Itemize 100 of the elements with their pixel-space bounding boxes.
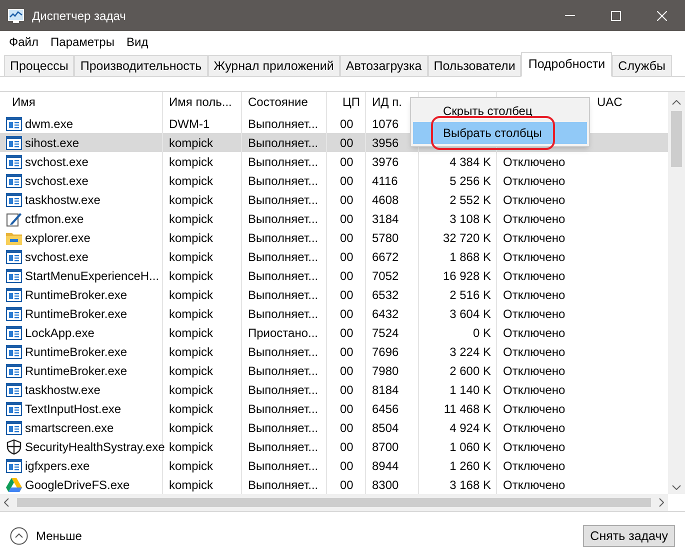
table-cell-text: DWM-1 bbox=[169, 116, 210, 132]
table-cell-text: Отключено bbox=[503, 382, 566, 398]
chevron-up-icon bbox=[10, 527, 28, 545]
scroll-right-icon bbox=[659, 498, 664, 507]
table-cell-text: 00 bbox=[340, 210, 354, 228]
table-cell-text: 3976 bbox=[372, 154, 399, 170]
table-cell-text: RuntimeBroker.exe bbox=[25, 306, 128, 322]
table-row[interactable]: igfxpers.exe kompick Выполняет... 00 8944 1 260 K Отключено bbox=[0, 456, 668, 475]
table-cell-text: RuntimeBroker.exe bbox=[25, 344, 128, 360]
table-cell-text: Выполняет... bbox=[248, 116, 318, 132]
table-cell-text: Выполняет... bbox=[248, 382, 318, 398]
table-cell-text: kompick bbox=[169, 344, 214, 360]
app-window-icon bbox=[6, 306, 22, 320]
table-row[interactable]: RuntimeBroker.exe kompick Выполняет... 00 7980 2 600 K Отключено bbox=[0, 361, 668, 380]
table-row[interactable]: ctfmon.exe kompick Выполняет... 00 3184 3 108 K Отключено bbox=[0, 209, 668, 228]
scrollbar-thumb[interactable] bbox=[671, 111, 682, 167]
scroll-up-icon bbox=[672, 100, 681, 105]
table-cell-text: kompick bbox=[169, 400, 214, 418]
vertical-scrollbar[interactable] bbox=[668, 92, 685, 494]
table-cell-text: 8700 bbox=[372, 438, 399, 456]
table-cell-text: 2 600 K bbox=[450, 362, 491, 380]
column-header[interactable]: Имя bbox=[0, 92, 163, 114]
table-cell-text: 00 bbox=[340, 344, 354, 360]
collapse-toggle[interactable]: Меньше bbox=[10, 527, 82, 545]
table-cell-text: 0 K bbox=[472, 324, 491, 342]
tab[interactable]: Процессы bbox=[4, 55, 74, 76]
table-cell-text: Выполняет... bbox=[248, 192, 318, 208]
table-cell-text: Выполняет... bbox=[248, 248, 318, 266]
horizontal-scrollbar[interactable] bbox=[0, 494, 668, 511]
end-task-button[interactable]: Снять задачу bbox=[583, 525, 675, 547]
tab[interactable]: Производительность bbox=[74, 55, 208, 76]
table-row[interactable]: SecurityHealthSystray.exe kompick Выполняет... 00 8700 1 060 K Отключено bbox=[0, 437, 668, 456]
menu-item[interactable]: Вид bbox=[120, 32, 154, 50]
column-header[interactable]: ЦП bbox=[327, 92, 366, 114]
tab[interactable]: Подробности bbox=[521, 52, 612, 77]
table-cell-text: 6456 bbox=[372, 400, 399, 418]
tab[interactable]: Службы bbox=[612, 55, 672, 76]
table-cell-text: ctfmon.exe bbox=[25, 210, 84, 228]
table-cell-text: LockApp.exe bbox=[25, 324, 94, 342]
table-cell-text: Отключено bbox=[503, 154, 566, 170]
table-row[interactable]: svchost.exe kompick Выполняет... 00 6672 1 868 K Отключено bbox=[0, 247, 668, 266]
table-cell-text: 3 224 K bbox=[450, 344, 491, 360]
menu-item[interactable]: Файл bbox=[3, 32, 45, 50]
table-cell-text: svchost.exe bbox=[25, 172, 88, 190]
column-header[interactable]: Имя поль... bbox=[163, 92, 242, 114]
table-cell-text: 3 168 K bbox=[450, 476, 491, 494]
table-cell-text: Отключено bbox=[503, 476, 566, 494]
column-header[interactable]: Состояние bbox=[242, 92, 327, 114]
table-cell-text: kompick bbox=[169, 230, 214, 246]
app-window-icon bbox=[6, 250, 22, 264]
app-window-icon bbox=[6, 382, 22, 396]
table-cell-text: kompick bbox=[169, 286, 214, 304]
app-window-icon bbox=[6, 458, 22, 472]
table-cell-text: kompick bbox=[169, 134, 214, 152]
column-header[interactable]: UAC bbox=[597, 93, 622, 111]
app-window-icon bbox=[6, 326, 22, 340]
menu-item[interactable]: Выбрать столбцы bbox=[413, 122, 587, 144]
table-cell-text: smartscreen.exe bbox=[25, 420, 114, 436]
drive-icon bbox=[6, 478, 22, 492]
table-row[interactable]: svchost.exe kompick Выполняет... 00 3976 4 384 K Отключено bbox=[0, 152, 668, 171]
table-cell-text: 5 256 K bbox=[450, 172, 491, 190]
table-row[interactable]: LockApp.exe kompick Приостано... 00 7524 0 K Отключено bbox=[0, 323, 668, 342]
table-cell-text: taskhostw.exe bbox=[25, 382, 100, 398]
table-cell-text: igfxpers.exe bbox=[25, 458, 90, 474]
tab[interactable]: Автозагрузка bbox=[340, 55, 428, 76]
table-row[interactable]: taskhostw.exe kompick Выполняет... 00 8184 1 140 K Отключено bbox=[0, 380, 668, 399]
table-cell-text: kompick bbox=[169, 382, 214, 398]
app-window-icon bbox=[6, 288, 22, 302]
table-cell-text: 11 468 K bbox=[444, 400, 491, 418]
table-row[interactable]: RuntimeBroker.exe kompick Выполняет... 00 7696 3 224 K Отключено bbox=[0, 342, 668, 361]
table-cell-text: kompick bbox=[169, 362, 214, 380]
table-cell-text: 4608 bbox=[372, 192, 399, 208]
table-cell-text: 4116 bbox=[372, 172, 398, 190]
table-row[interactable]: svchost.exe kompick Выполняет... 00 4116 5 256 K Отключено bbox=[0, 171, 668, 190]
table-cell-text: GoogleDriveFS.exe bbox=[25, 476, 130, 494]
tab[interactable]: Журнал приложений bbox=[208, 55, 340, 76]
table-cell-text: 5780 bbox=[372, 230, 399, 246]
table-cell-text: 1 868 K bbox=[450, 248, 491, 266]
app-window-icon bbox=[6, 136, 22, 150]
table-cell-text: Выполняет... bbox=[248, 286, 318, 304]
table-cell-text: Выполняет... bbox=[248, 438, 318, 456]
table-row[interactable]: smartscreen.exe kompick Выполняет... 00 8504 4 924 K Отключено bbox=[0, 418, 668, 437]
scrollbar-thumb[interactable] bbox=[17, 498, 651, 507]
app-window-icon bbox=[6, 174, 22, 188]
table-cell-text: Отключено bbox=[503, 420, 566, 436]
table-cell-text: 7052 bbox=[372, 268, 399, 284]
tab[interactable]: Пользователи bbox=[428, 55, 522, 76]
table-cell-text: kompick bbox=[169, 210, 214, 228]
table-row[interactable]: StartMenuExperienceH... kompick Выполняет... 00 7052 16 928 K Отключено bbox=[0, 266, 668, 285]
table-row[interactable]: RuntimeBroker.exe kompick Выполняет... 00 6432 3 604 K Отключено bbox=[0, 304, 668, 323]
table-cell-text: 4 924 K bbox=[450, 420, 491, 436]
table-cell-text: kompick bbox=[169, 476, 214, 494]
table-row[interactable]: TextInputHost.exe kompick Выполняет... 00 6456 11 468 K Отключено bbox=[0, 399, 668, 418]
table-row[interactable]: RuntimeBroker.exe kompick Выполняет... 00 6532 2 516 K Отключено bbox=[0, 285, 668, 304]
app-window-icon bbox=[6, 154, 22, 168]
menu-item[interactable]: Параметры bbox=[44, 32, 120, 50]
table-cell-text: 1 260 K bbox=[450, 458, 491, 474]
table-row[interactable]: taskhostw.exe kompick Выполняет... 00 4608 2 552 K Отключено bbox=[0, 190, 668, 209]
table-row[interactable]: explorer.exe kompick Выполняет... 00 5780 32 720 K Отключено bbox=[0, 228, 668, 247]
table-cell-text: 6532 bbox=[372, 286, 399, 304]
